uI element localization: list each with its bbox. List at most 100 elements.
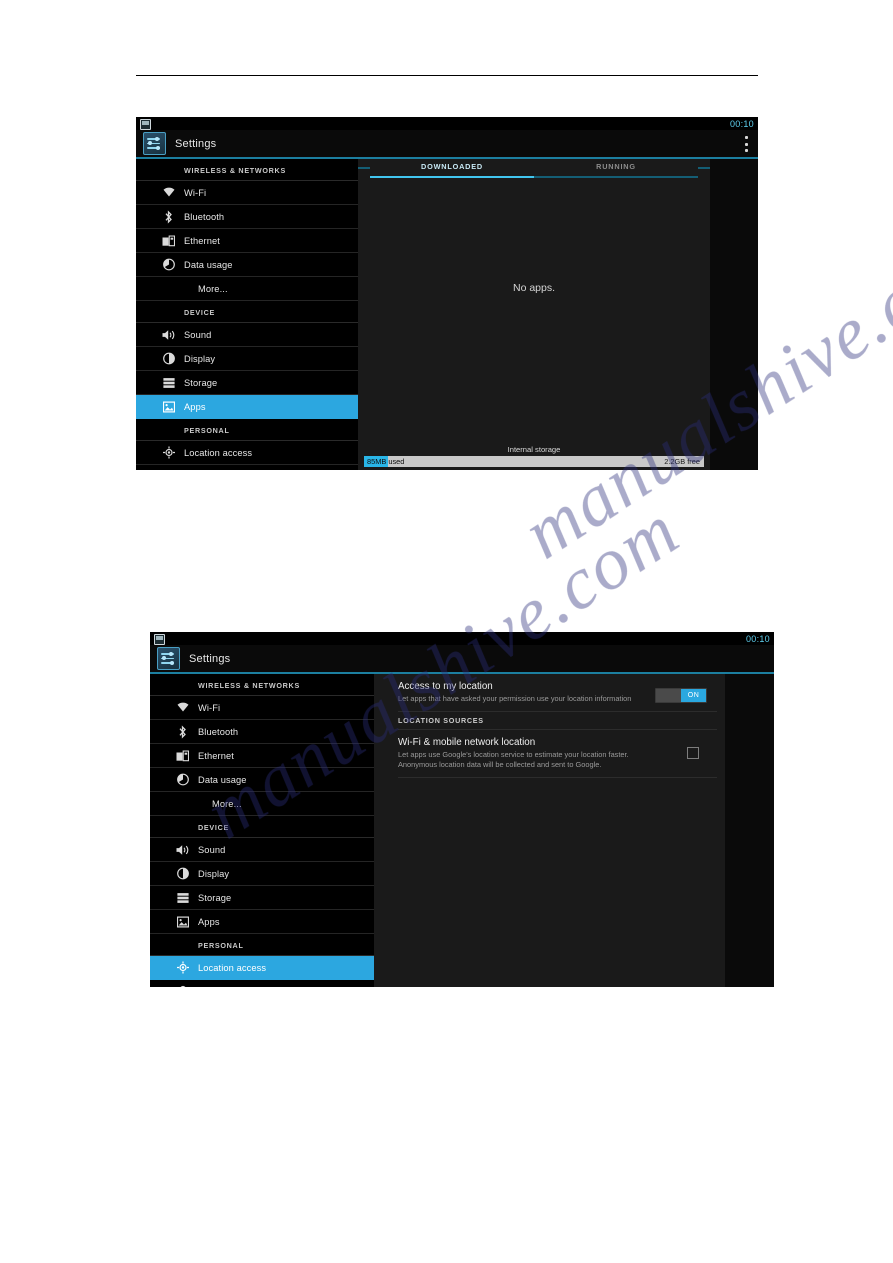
status-bar-icons bbox=[153, 633, 165, 645]
lock-icon bbox=[176, 985, 189, 987]
sidebar-section-device: DEVICE bbox=[136, 301, 358, 323]
sidebar-item-display[interactable]: Display bbox=[150, 862, 374, 886]
tab-downloaded[interactable]: DOWNLOADED bbox=[370, 162, 534, 178]
overflow-menu-icon[interactable] bbox=[744, 136, 748, 152]
sidebar-item-location-access[interactable]: Location access bbox=[150, 956, 374, 980]
internal-storage-footer: Internal storage 85MB used 2.2GB free bbox=[358, 445, 710, 470]
sidebar-section-personal: PERSONAL bbox=[150, 934, 374, 956]
pref-wifi-mobile-network-location[interactable]: Wi-Fi & mobile network location Let apps… bbox=[398, 730, 717, 777]
settings-sidebar: WIRELESS & NETWORKS Wi-Fi Bluetooth Ethe… bbox=[136, 159, 358, 470]
sidebar-label: Wi-Fi bbox=[184, 187, 207, 198]
status-bar-clock: 00:10 bbox=[729, 118, 754, 129]
sidebar-item-data-usage[interactable]: Data usage bbox=[136, 253, 358, 277]
sidebar-item-data-usage[interactable]: Data usage bbox=[150, 768, 374, 792]
storage-title: Internal storage bbox=[507, 445, 561, 454]
settings-body: WIRELESS & NETWORKS Wi-Fi Bluetooth Ethe… bbox=[136, 159, 758, 470]
status-bar: 00:10 bbox=[136, 117, 758, 130]
sidebar-item-sound[interactable]: Sound bbox=[150, 838, 374, 862]
location-icon bbox=[176, 961, 189, 974]
pref-title: Wi-Fi & mobile network location bbox=[398, 736, 536, 748]
empty-state-message: No apps. bbox=[512, 282, 556, 294]
data-usage-icon bbox=[176, 773, 189, 786]
sidebar-label: Location access bbox=[198, 962, 267, 973]
sidebar-item-sound[interactable]: Sound bbox=[136, 323, 358, 347]
pref-access-to-my-location[interactable]: Access to my location Let apps that have… bbox=[398, 674, 717, 711]
storage-free-label: 2.2GB free bbox=[664, 457, 700, 466]
apps-icon bbox=[176, 915, 189, 928]
sidebar-item-bluetooth[interactable]: Bluetooth bbox=[150, 720, 374, 744]
sidebar-item-apps[interactable]: Apps bbox=[136, 395, 358, 419]
sidebar-label: Display bbox=[198, 868, 230, 879]
location-icon bbox=[162, 446, 175, 459]
sidebar-label: Data usage bbox=[184, 259, 233, 270]
status-bar: 00:10 bbox=[150, 632, 774, 645]
sidebar-section-device: DEVICE bbox=[150, 816, 374, 838]
apps-icon bbox=[162, 400, 175, 413]
sidebar-label: Wi-Fi bbox=[198, 702, 221, 713]
apps-tabs: DOWNLOADED RUNNING bbox=[358, 159, 710, 179]
screenshot-icon bbox=[139, 118, 151, 130]
sidebar-item-storage[interactable]: Storage bbox=[136, 371, 358, 395]
tab-running[interactable]: RUNNING bbox=[534, 162, 698, 178]
location-access-toggle[interactable]: ON bbox=[655, 688, 707, 703]
wifi-location-checkbox[interactable] bbox=[687, 746, 699, 759]
sidebar-item-more[interactable]: More... bbox=[136, 277, 358, 301]
settings-sliders-icon bbox=[157, 647, 180, 670]
sidebar-item-apps[interactable]: Apps bbox=[150, 910, 374, 934]
action-bar: Settings bbox=[136, 130, 758, 159]
sound-icon bbox=[176, 843, 189, 856]
storage-icon bbox=[176, 891, 189, 904]
storage-used-label: 85MB used bbox=[367, 457, 405, 466]
ethernet-icon bbox=[162, 234, 175, 247]
location-content-panel: Access to my location Let apps that have… bbox=[374, 674, 774, 987]
sidebar-item-partial[interactable] bbox=[136, 465, 358, 470]
sidebar-label: Apps bbox=[198, 916, 220, 927]
settings-body: WIRELESS & NETWORKS Wi-Fi Bluetooth Ethe… bbox=[150, 674, 774, 987]
display-icon bbox=[176, 867, 189, 880]
settings-sliders-icon bbox=[143, 132, 166, 155]
sidebar-item-ethernet[interactable]: Ethernet bbox=[150, 744, 374, 768]
ethernet-icon bbox=[176, 749, 189, 762]
status-bar-clock: 00:10 bbox=[745, 633, 770, 644]
sidebar-item-security[interactable]: Security bbox=[150, 980, 374, 987]
sidebar-item-wifi[interactable]: Wi-Fi bbox=[136, 181, 358, 205]
sidebar-section-wireless: WIRELESS & NETWORKS bbox=[150, 674, 374, 696]
apps-content-inner: DOWNLOADED RUNNING No apps. Internal sto… bbox=[358, 159, 710, 470]
display-icon bbox=[162, 352, 175, 365]
data-usage-icon bbox=[162, 258, 175, 271]
tab-spacer bbox=[358, 162, 370, 169]
action-bar: Settings bbox=[150, 645, 774, 674]
storage-progress-bar: 85MB used 2.2GB free bbox=[364, 456, 704, 467]
pref-summary: Let apps use Google's location service t… bbox=[398, 749, 629, 769]
settings-sidebar: WIRELESS & NETWORKS Wi-Fi Bluetooth Ethe… bbox=[150, 674, 374, 987]
location-content-inner: Access to my location Let apps that have… bbox=[374, 674, 725, 987]
sidebar-label: Display bbox=[184, 353, 216, 364]
apps-content-panel: DOWNLOADED RUNNING No apps. Internal sto… bbox=[358, 159, 758, 470]
sidebar-item-ethernet[interactable]: Ethernet bbox=[136, 229, 358, 253]
sidebar-item-more[interactable]: More... bbox=[150, 792, 374, 816]
pref-summary: Let apps that have asked your permission… bbox=[398, 694, 632, 703]
sidebar-label: Ethernet bbox=[198, 750, 234, 761]
tab-spacer bbox=[698, 162, 710, 169]
sidebar-label: Data usage bbox=[198, 774, 247, 785]
sidebar-item-location-access[interactable]: Location access bbox=[136, 441, 358, 465]
sidebar-label: Ethernet bbox=[184, 235, 220, 246]
status-bar-icons bbox=[139, 118, 151, 130]
location-sources-header: LOCATION SOURCES bbox=[398, 715, 484, 725]
sidebar-label: Apps bbox=[184, 401, 206, 412]
sidebar-section-wireless: WIRELESS & NETWORKS bbox=[136, 159, 358, 181]
page-header-rule bbox=[136, 75, 758, 76]
toggle-on-label: ON bbox=[681, 689, 706, 702]
screenshot-apps-settings: 00:10 Settings WIRELESS & NETWORKS Wi-Fi… bbox=[136, 117, 758, 470]
bluetooth-icon bbox=[176, 725, 189, 738]
bluetooth-icon bbox=[162, 210, 175, 223]
storage-icon bbox=[162, 376, 175, 389]
sidebar-label: Storage bbox=[184, 377, 218, 388]
sidebar-item-wifi[interactable]: Wi-Fi bbox=[150, 696, 374, 720]
sidebar-item-bluetooth[interactable]: Bluetooth bbox=[136, 205, 358, 229]
sidebar-label: More... bbox=[212, 798, 242, 809]
sidebar-item-display[interactable]: Display bbox=[136, 347, 358, 371]
sidebar-label: Sound bbox=[198, 844, 226, 855]
sidebar-item-storage[interactable]: Storage bbox=[150, 886, 374, 910]
pref-divider bbox=[398, 776, 717, 778]
